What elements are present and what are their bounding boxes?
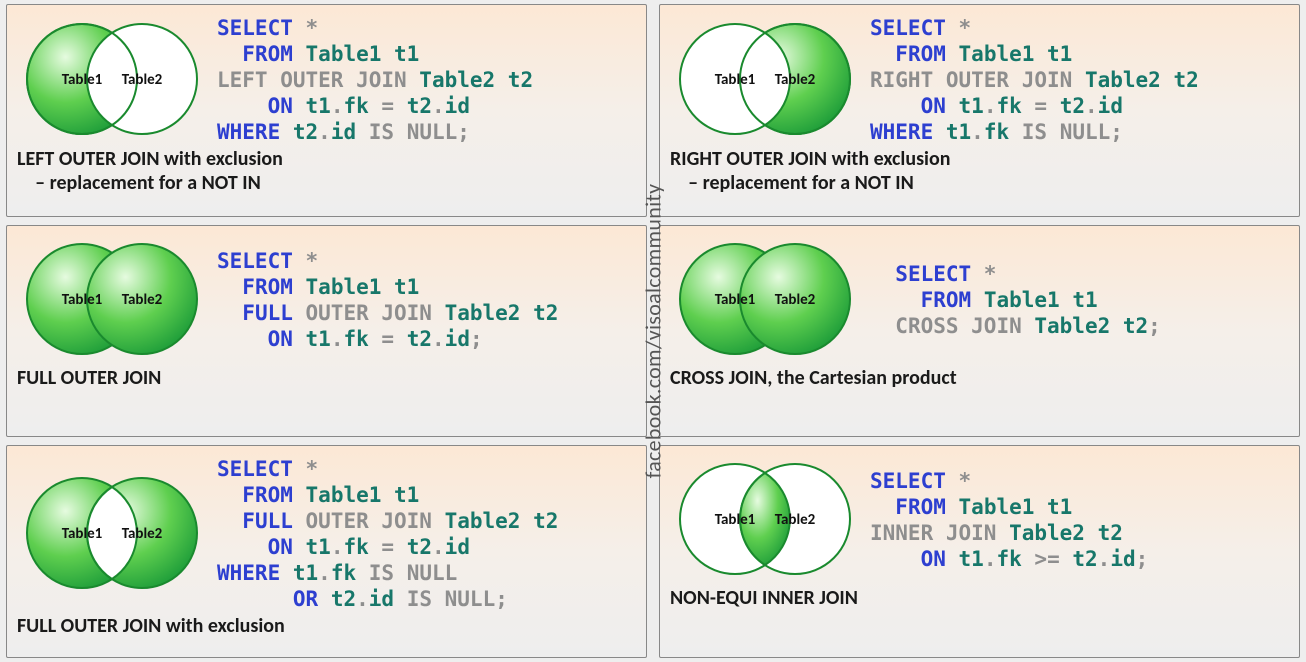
svg-text:Table2: Table2 xyxy=(775,511,816,529)
svg-text:Table1: Table1 xyxy=(62,291,103,309)
venn-non-equi-icon: Table1 Table2 xyxy=(670,454,860,584)
svg-text:Table2: Table2 xyxy=(122,291,163,309)
card-title-non-equi: NON-EQUI INNER JOIN xyxy=(670,586,1289,610)
card-title-full: FULL OUTER JOIN xyxy=(17,366,636,390)
card-right-outer-excl: Table1 Table2 SELECT * FROM Table1 t1 RI… xyxy=(659,4,1300,217)
left-column: Table1 Table2 SELECT * FROM Table1 t1 LE… xyxy=(0,0,653,662)
card-cross-join: Table1 Table2 SELECT * FROM Table1 t1 CR… xyxy=(659,225,1300,438)
right-column: Table1 Table2 SELECT * FROM Table1 t1 RI… xyxy=(653,0,1306,662)
card-full-outer: Table1 Table2 SELECT * FROM Table1 t1 FU… xyxy=(6,225,647,438)
svg-text:Table1: Table1 xyxy=(715,511,756,529)
venn-right-excl-icon: Table1 Table2 xyxy=(670,14,860,144)
card-title-cross: CROSS JOIN, the Cartesian product xyxy=(670,366,1289,390)
venn-cross-icon: Table1 Table2 xyxy=(670,234,860,364)
card-non-equi-inner: Table1 Table2 SELECT * FROM Table1 t1 IN… xyxy=(659,445,1300,658)
venn-full-excl-icon: Table1 Table2 xyxy=(17,468,207,598)
page-root: Table1 Table2 SELECT * FROM Table1 t1 LE… xyxy=(0,0,1306,662)
card-left-outer-excl: Table1 Table2 SELECT * FROM Table1 t1 LE… xyxy=(6,4,647,217)
card-title-right-excl: RIGHT OUTER JOIN with exclusion – replac… xyxy=(670,147,1289,195)
venn-full-icon: Table1 Table2 xyxy=(17,234,207,364)
svg-text:Table2: Table2 xyxy=(122,71,163,89)
svg-text:Table1: Table1 xyxy=(62,525,103,543)
sql-code-full: SELECT * FROM Table1 t1 FULL OUTER JOIN … xyxy=(207,246,636,352)
card-title-left-excl: LEFT OUTER JOIN with exclusion – replace… xyxy=(17,147,636,195)
svg-text:Table2: Table2 xyxy=(775,291,816,309)
sql-code-right-excl: SELECT * FROM Table1 t1 RIGHT OUTER JOIN… xyxy=(860,13,1289,145)
svg-text:Table1: Table1 xyxy=(62,71,103,89)
svg-text:Table1: Table1 xyxy=(715,71,756,89)
sql-code-cross: SELECT * FROM Table1 t1 CROSS JOIN Table… xyxy=(860,259,1289,339)
venn-left-excl-icon: Table1 Table2 xyxy=(17,14,207,144)
svg-text:Table2: Table2 xyxy=(122,525,163,543)
card-title-full-excl: FULL OUTER JOIN with exclusion xyxy=(17,614,636,638)
sql-code-full-excl: SELECT * FROM Table1 t1 FULL OUTER JOIN … xyxy=(207,454,636,612)
sql-code-non-equi: SELECT * FROM Table1 t1 INNER JOIN Table… xyxy=(860,466,1289,572)
card-full-outer-excl: Table1 Table2 SELECT * FROM Table1 t1 FU… xyxy=(6,445,647,658)
svg-text:Table2: Table2 xyxy=(775,71,816,89)
sql-code-left-excl: SELECT * FROM Table1 t1 LEFT OUTER JOIN … xyxy=(207,13,636,145)
svg-text:Table1: Table1 xyxy=(715,291,756,309)
